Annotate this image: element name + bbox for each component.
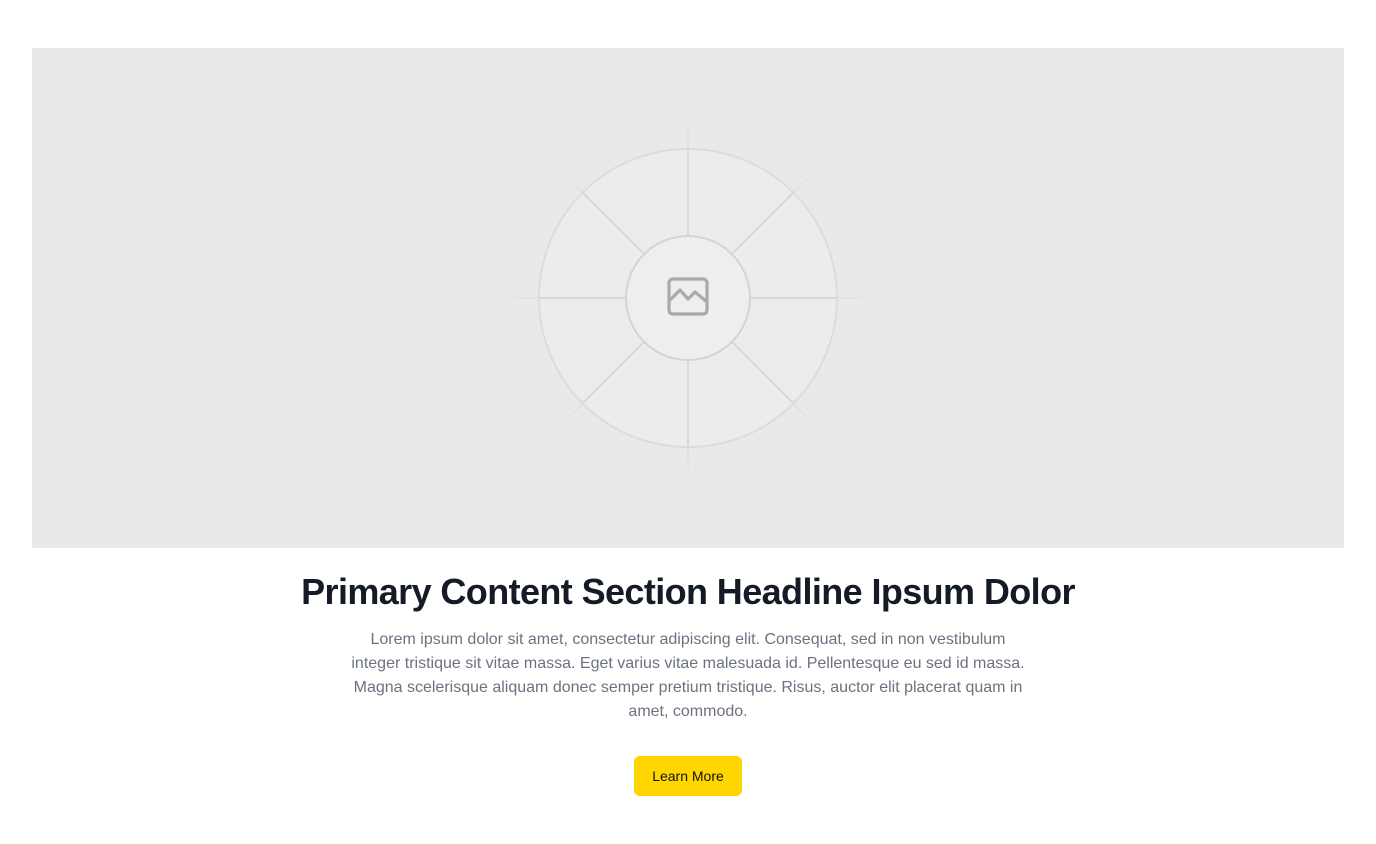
hero-image-placeholder xyxy=(32,48,1344,548)
section-body-text: Lorem ipsum dolor sit amet, consectetur … xyxy=(351,631,1025,720)
section-headline: Primary Content Section Headline Ipsum D… xyxy=(301,571,1075,612)
image-placeholder-icon xyxy=(667,277,709,316)
learn-more-button[interactable]: Learn More xyxy=(634,756,742,796)
page: Primary Content Section Headline Ipsum D… xyxy=(0,0,1376,844)
